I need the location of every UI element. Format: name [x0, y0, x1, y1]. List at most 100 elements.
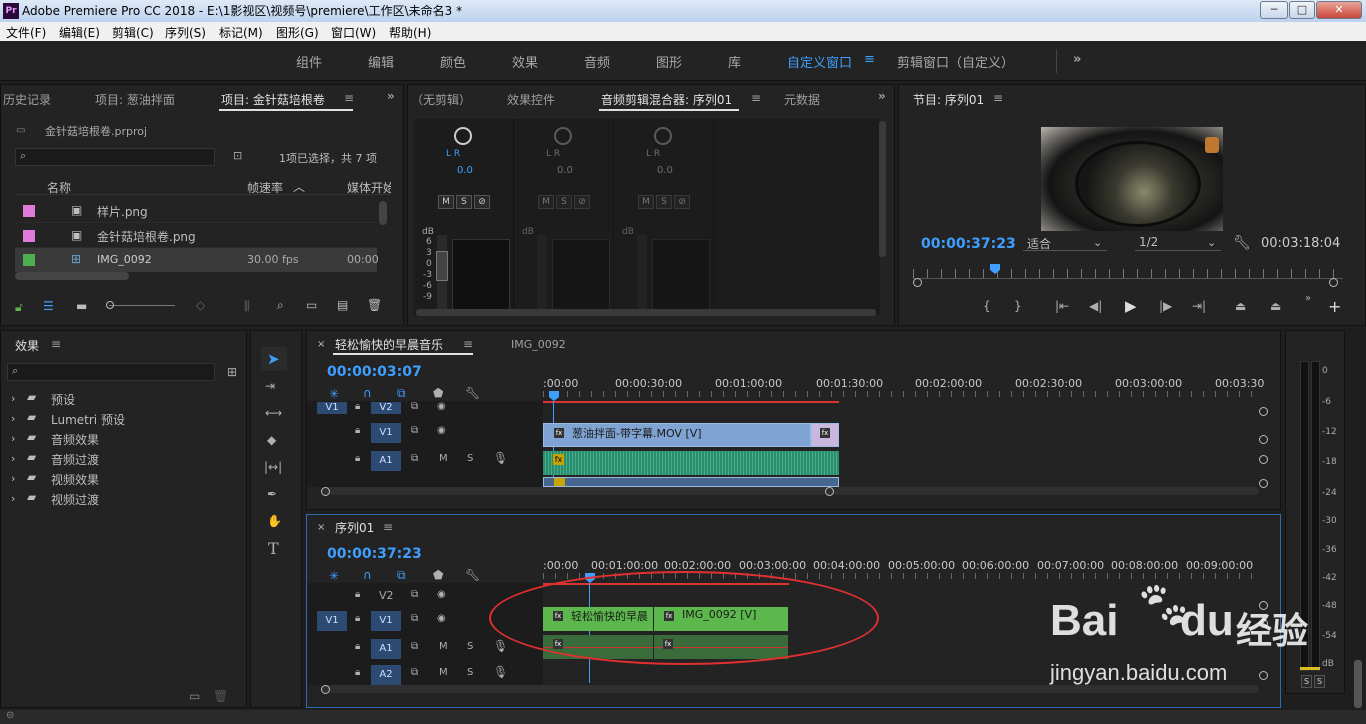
new-bin-icon[interactable]: ▭	[189, 689, 200, 703]
sync-lock-icon[interactable]: ⧉	[411, 641, 418, 652]
mute-button[interactable]: M	[538, 195, 554, 209]
find-icon[interactable]: ⌕	[277, 298, 284, 313]
sync-lock-icon[interactable]: ⧉	[411, 589, 418, 600]
minimize-button[interactable]: ─	[1260, 1, 1288, 19]
mute-button[interactable]: M	[438, 195, 454, 209]
tab-project-jzg[interactable]: 项目: 金针菇培根卷	[221, 91, 325, 108]
ws-custom-menu-icon[interactable]: ≡	[864, 52, 875, 67]
lock-icon[interactable]: 🔒︎	[355, 401, 360, 412]
nest-icon[interactable]: ✳	[329, 569, 339, 583]
project-hscrollbar[interactable]	[15, 272, 129, 280]
effects-folder-item[interactable]: › ▰ 音频效果	[7, 429, 243, 449]
eye-icon[interactable]: ◉	[437, 425, 446, 436]
solo-button[interactable]: S	[656, 195, 672, 209]
add-button-icon[interactable]: +	[1328, 297, 1341, 316]
sort-icon[interactable]: ◇	[196, 298, 205, 312]
effects-folder-item[interactable]: › ▰ Lumetri 预设	[7, 409, 243, 429]
more-icon[interactable]: »	[1305, 293, 1311, 304]
project-search-input[interactable]: ⌕	[15, 148, 215, 166]
close-button[interactable]: ✕	[1316, 1, 1362, 19]
track-target-a1[interactable]: A1	[371, 451, 401, 471]
timeline1-ruler[interactable]: :00:00 00:00:30:00 00:01:00:00 00:01:30:…	[543, 369, 1264, 403]
audio-clip-2[interactable]	[543, 477, 839, 487]
sync-lock-icon[interactable]: ⧉	[411, 667, 418, 678]
pan-knob-icon[interactable]	[454, 127, 472, 145]
timeline-settings-icon[interactable]: 🔧︎	[465, 568, 480, 582]
ws-assembly[interactable]: 组件	[296, 52, 322, 71]
record-button[interactable]: ⊘	[574, 195, 590, 209]
tab-audio-clip-mixer[interactable]: 音频剪辑混合器: 序列01	[601, 91, 732, 108]
microphone-icon[interactable]: 🎙︎	[493, 665, 508, 679]
tab-effect-controls[interactable]: 效果控件	[507, 91, 555, 108]
new-item-icon[interactable]: ▤	[337, 298, 348, 312]
add-marker-icon[interactable]: ⬟	[433, 386, 443, 400]
track-target-a2[interactable]: A2	[371, 665, 401, 685]
source-patch-v1[interactable]: V1	[317, 402, 347, 414]
tab-img-0092[interactable]: IMG_0092	[511, 338, 566, 351]
ws-editing[interactable]: 编辑	[368, 52, 394, 71]
mark-in-icon[interactable]: {	[983, 299, 991, 313]
tab-sequence-music[interactable]: 轻松愉快的早晨音乐	[335, 336, 443, 353]
track-target-v1[interactable]: V1	[371, 423, 401, 443]
list-item-selected[interactable]: ⊞ IMG_0092 30.00 fps 00:00	[15, 248, 379, 272]
snap-icon[interactable]: ∩	[363, 568, 372, 582]
tab-project-cyb[interactable]: 项目: 葱油拌面	[95, 91, 175, 108]
linked-selection-icon[interactable]: ⧉	[397, 386, 406, 401]
program-video-frame[interactable]	[1041, 127, 1223, 231]
zoom-handle[interactable]	[1329, 278, 1338, 287]
lock-icon[interactable]: 🔓︎	[15, 300, 23, 315]
effects-folder-item[interactable]: › ▰ 预设	[7, 389, 243, 409]
linked-selection-icon[interactable]: ⧉	[397, 568, 406, 583]
effects-folder-item[interactable]: › ▰ 视频过渡	[7, 489, 243, 509]
track-target-a1[interactable]: A1	[371, 639, 401, 659]
scroll-handle[interactable]	[825, 487, 834, 496]
play-icon[interactable]: ▶	[1125, 297, 1137, 315]
scroll-handle[interactable]	[321, 685, 330, 694]
video-clip[interactable]: fx 葱油拌面-带字幕.MOV [V]	[543, 423, 811, 447]
lock-icon[interactable]: 🔒︎	[355, 425, 360, 436]
lock-icon[interactable]: 🔒︎	[355, 613, 360, 624]
list-item[interactable]: ▣ 金针菇培根卷.png	[15, 224, 377, 248]
selection-tool-icon[interactable]: ➤	[267, 350, 280, 368]
ws-graphics[interactable]: 图形	[656, 52, 682, 71]
sync-lock-icon[interactable]: ⧉	[411, 453, 418, 464]
tab-no-clip[interactable]: （无剪辑）	[411, 91, 471, 108]
ripple-edit-tool-icon[interactable]: ⟷	[265, 406, 282, 420]
timeline1-timecode[interactable]: 00:00:03:07	[327, 364, 422, 380]
extract-icon[interactable]: ⏏	[1270, 299, 1281, 313]
col-fps[interactable]: 帧速率	[247, 179, 283, 196]
track-height-handle[interactable]	[1259, 407, 1268, 416]
lock-icon[interactable]: 🔒︎	[355, 667, 360, 678]
panel-menu-icon[interactable]: ≡	[463, 337, 473, 351]
fit-dropdown[interactable]: 适合 ⌄	[1023, 233, 1107, 251]
close-tab-icon[interactable]: ×	[317, 339, 325, 350]
panel-menu-icon[interactable]: ≡	[993, 91, 1003, 105]
pan-value[interactable]: 0.0	[457, 165, 473, 176]
track-target-v2[interactable]: V2	[371, 402, 401, 414]
sync-lock-icon[interactable]: ⧉	[411, 613, 418, 624]
ws-more-icon[interactable]: »	[1073, 52, 1081, 67]
record-button[interactable]: ⊘	[674, 195, 690, 209]
new-preset-bin-icon[interactable]: ⊞	[227, 365, 237, 379]
list-item[interactable]: ▣ 样片.png	[15, 199, 377, 223]
hand-tool-icon[interactable]: ✋	[267, 514, 282, 528]
effects-folder-item[interactable]: › ▰ 视频效果	[7, 469, 243, 489]
zoom-handle[interactable]	[913, 278, 922, 287]
panel-menu-icon[interactable]: ≡	[751, 91, 761, 105]
solo-button[interactable]: S	[556, 195, 572, 209]
go-to-out-icon[interactable]: ⇥|	[1192, 299, 1206, 313]
record-button[interactable]: ⊘	[474, 195, 490, 209]
meter-scrollbar[interactable]	[1354, 660, 1362, 708]
wrench-icon[interactable]: 🔧︎	[1233, 235, 1251, 251]
track-target-v1[interactable]: V1	[371, 611, 401, 631]
solo-button[interactable]: S	[456, 195, 472, 209]
quality-dropdown[interactable]: 1/2 ⌄	[1135, 233, 1221, 251]
panel-menu-icon[interactable]: ≡	[344, 91, 354, 105]
volume-fader[interactable]	[537, 235, 547, 311]
menu-clip[interactable]: 剪辑(C)	[112, 24, 154, 41]
track-height-handle[interactable]	[1259, 479, 1268, 488]
automate-icon[interactable]: ⫼	[244, 299, 250, 314]
sync-lock-icon[interactable]: ⧉	[411, 425, 418, 436]
solo-track-button[interactable]: S	[467, 641, 473, 652]
ws-color[interactable]: 颜色	[440, 52, 466, 71]
